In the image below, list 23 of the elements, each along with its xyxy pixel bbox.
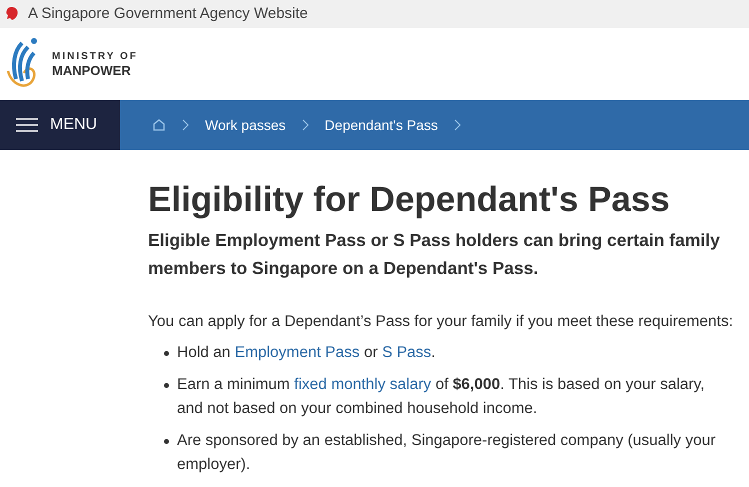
intro-text: You can apply for a Dependant’s Pass for your family if you meet these requirements: [148,312,734,332]
bullet-icon [164,351,169,356]
breadcrumb-link[interactable]: Dependant's Pass [324,114,438,136]
chevron-icon [302,119,309,131]
page-title: Eligibility for Dependant's Pass [148,179,671,221]
bullet-icon [164,439,169,444]
requirement-text: Are sponsored by an established, Singapore-registered company (usually your employer). [177,431,716,476]
chevron-icon [454,119,461,131]
home-icon[interactable] [152,118,166,132]
bullet-icon [164,383,169,388]
text-link[interactable]: Employment Pass [234,344,360,362]
logo-caption: MINISTRY OF [52,50,138,64]
lead-text: Eligible Employment Pass or S Pass holders can bring certain family members to Singapore on a Dependant's Pass. [148,229,721,280]
requirement-text: Earn a minimum fixed monthly salary of $6,000. This is based on your salary, and not based on your combined household income. [177,375,706,420]
text-link[interactable]: fixed monthly salary [294,376,432,394]
menu-icon [16,118,38,132]
text-link[interactable]: S Pass [382,344,432,362]
breadcrumb-link[interactable]: Work passes [205,114,286,136]
menu-button[interactable]: MENU [0,100,120,150]
requirement-text: Hold an Employment Pass or S Pass. [177,343,436,364]
logo-name: MANPOWER [52,64,132,78]
chevron-icon [182,119,189,131]
agency-notice: A Singapore Government Agency Website [28,4,308,24]
